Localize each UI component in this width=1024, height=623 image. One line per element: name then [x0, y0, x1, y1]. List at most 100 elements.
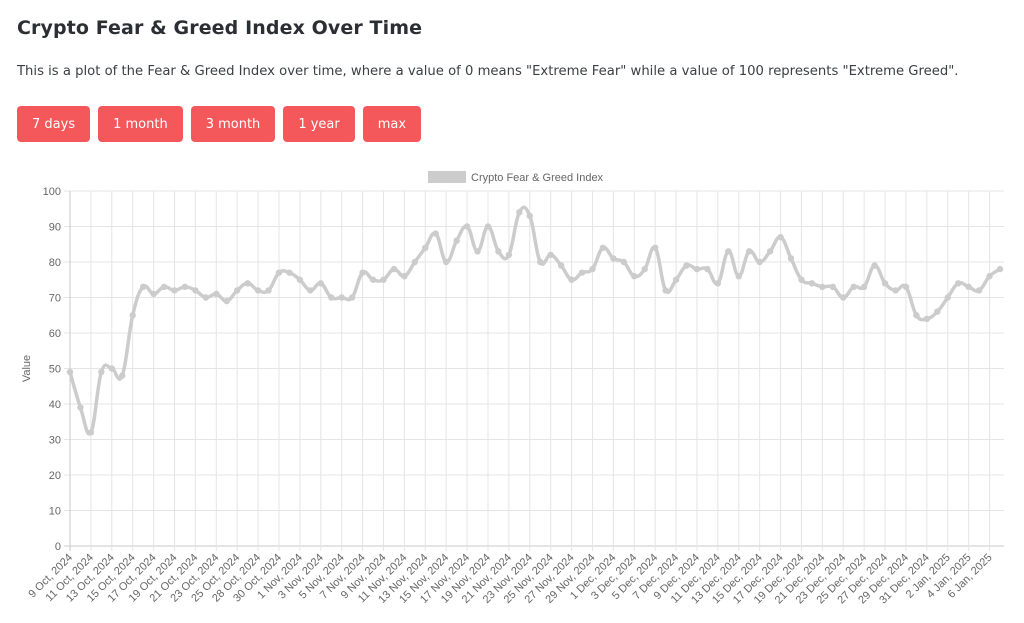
data-point[interactable] — [233, 287, 241, 294]
data-point[interactable] — [537, 258, 544, 266]
data-point[interactable] — [756, 258, 763, 266]
data-point[interactable] — [359, 269, 366, 276]
data-point[interactable] — [589, 265, 596, 273]
data-point[interactable] — [526, 212, 533, 220]
data-point[interactable] — [422, 244, 429, 251]
data-point[interactable] — [996, 265, 1004, 273]
data-point[interactable] — [254, 287, 262, 294]
data-point[interactable] — [77, 404, 84, 411]
data-point[interactable] — [798, 276, 805, 283]
data-point[interactable] — [578, 269, 586, 276]
y-tick-label: 10 — [49, 506, 61, 518]
data-point[interactable] — [202, 294, 210, 301]
data-point[interactable] — [338, 294, 345, 301]
page-title: Crypto Fear & Greed Index Over Time — [17, 17, 423, 39]
data-point[interactable] — [840, 294, 847, 301]
data-point[interactable] — [411, 258, 419, 266]
data-point[interactable] — [662, 287, 669, 294]
data-point[interactable] — [892, 287, 899, 294]
data-point[interactable] — [965, 283, 972, 291]
y-tick-label: 90 — [49, 222, 61, 234]
data-point[interactable] — [631, 273, 638, 280]
data-point[interactable] — [275, 269, 283, 276]
data-point[interactable] — [955, 280, 962, 287]
data-point[interactable] — [401, 273, 408, 280]
data-point[interactable] — [484, 223, 492, 230]
data-point[interactable] — [620, 258, 628, 266]
data-point[interactable] — [328, 294, 335, 301]
data-point[interactable] — [286, 269, 293, 276]
data-point[interactable] — [119, 372, 126, 379]
data-point[interactable] — [975, 287, 983, 294]
range-button-1-year[interactable]: 1 year — [283, 106, 355, 142]
range-button-3-month[interactable]: 3 month — [190, 106, 276, 142]
data-point[interactable] — [348, 294, 356, 301]
data-point[interactable] — [516, 209, 523, 216]
data-point[interactable] — [129, 312, 136, 319]
data-point[interactable] — [881, 280, 889, 287]
data-point[interactable] — [369, 276, 377, 283]
chart-legend[interactable]: Crypto Fear & Greed Index — [428, 171, 604, 184]
data-point[interactable] — [108, 365, 115, 372]
data-point[interactable] — [495, 248, 502, 255]
data-point[interactable] — [746, 248, 753, 255]
data-point[interactable] — [766, 248, 774, 255]
data-point[interactable] — [98, 368, 105, 376]
data-point[interactable] — [725, 248, 732, 255]
data-point[interactable] — [902, 283, 910, 291]
data-point[interactable] — [192, 287, 199, 294]
data-point[interactable] — [66, 368, 74, 376]
data-point[interactable] — [787, 255, 795, 262]
data-point[interactable] — [213, 290, 220, 298]
data-point[interactable] — [850, 283, 857, 291]
data-point[interactable] — [307, 287, 314, 294]
data-point[interactable] — [442, 258, 450, 266]
data-point[interactable] — [150, 290, 157, 298]
data-point[interactable] — [610, 255, 617, 262]
data-point[interactable] — [599, 244, 607, 251]
data-point[interactable] — [453, 237, 460, 244]
data-point[interactable] — [568, 276, 575, 283]
range-button-7-days[interactable]: 7 days — [17, 106, 91, 142]
data-point[interactable] — [819, 283, 826, 291]
data-point[interactable] — [296, 276, 304, 283]
data-point[interactable] — [432, 230, 439, 237]
data-point[interactable] — [672, 276, 680, 283]
y-axis-label: Value — [21, 355, 33, 382]
data-point[interactable] — [160, 283, 168, 291]
data-point[interactable] — [714, 280, 722, 287]
data-point[interactable] — [547, 251, 554, 259]
data-point[interactable] — [463, 223, 471, 230]
data-point[interactable] — [87, 429, 95, 436]
data-point[interactable] — [735, 273, 742, 280]
data-point[interactable] — [641, 265, 648, 273]
data-point[interactable] — [829, 283, 837, 291]
data-point[interactable] — [474, 248, 481, 255]
data-point[interactable] — [683, 262, 690, 269]
data-point[interactable] — [181, 283, 189, 291]
range-button-1-month[interactable]: 1 month — [98, 106, 183, 142]
data-point[interactable] — [390, 265, 398, 273]
data-point[interactable] — [986, 273, 993, 280]
data-point[interactable] — [244, 280, 251, 287]
data-point[interactable] — [944, 294, 951, 301]
data-point[interactable] — [860, 283, 868, 291]
data-point[interactable] — [223, 297, 230, 305]
data-point[interactable] — [777, 233, 784, 241]
data-point[interactable] — [505, 251, 513, 259]
data-point[interactable] — [139, 283, 147, 291]
data-point[interactable] — [808, 280, 816, 287]
range-button-max[interactable]: max — [362, 106, 422, 142]
data-point[interactable] — [934, 308, 941, 315]
data-point[interactable] — [557, 262, 565, 269]
data-point[interactable] — [871, 262, 878, 269]
data-point[interactable] — [380, 276, 387, 283]
data-point[interactable] — [923, 315, 931, 322]
data-point[interactable] — [913, 312, 920, 319]
data-point[interactable] — [317, 280, 324, 287]
data-point[interactable] — [265, 287, 272, 294]
data-point[interactable] — [704, 265, 711, 273]
data-point[interactable] — [651, 244, 659, 251]
data-point[interactable] — [171, 287, 178, 294]
data-point[interactable] — [693, 265, 701, 273]
